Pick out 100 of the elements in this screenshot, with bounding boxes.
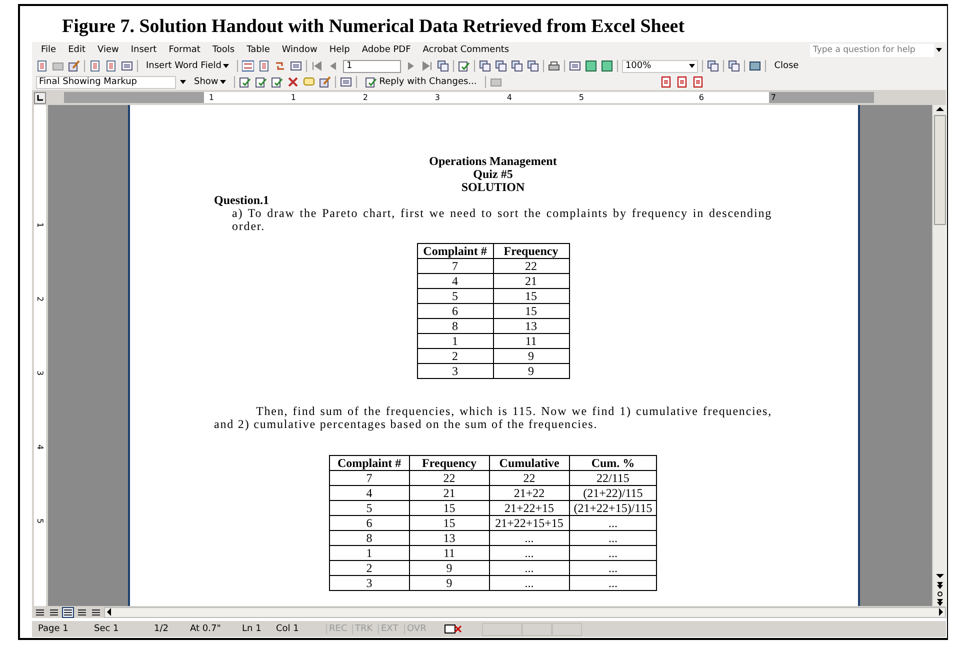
menu-item[interactable]: File — [36, 45, 62, 55]
caret-icon — [180, 80, 186, 84]
paragraph: Then, find sum of the frequencies, which is 115. Now we find 1) cumulative frequencies, and 2) cumulative percentages based on the sum of the frequencies. — [214, 405, 772, 431]
reject-icon[interactable] — [287, 76, 300, 88]
view-button[interactable] — [90, 606, 102, 618]
ruler-number: 4 — [35, 444, 46, 450]
table-cell: 4 — [417, 274, 493, 288]
table-cell: ... — [569, 516, 657, 530]
table-cell: 22 — [409, 470, 490, 486]
record-field[interactable]: 1 — [343, 60, 402, 72]
insert-word-field-button[interactable]: Insert Word Field — [142, 59, 234, 73]
last-record-icon[interactable] — [421, 60, 434, 72]
pdf-icon[interactable] — [692, 76, 704, 88]
scroll-left-icon[interactable] — [105, 608, 113, 616]
vertical-scrollbar[interactable] — [932, 105, 946, 606]
browse-controls-icon[interactable] — [936, 580, 944, 606]
menu-item[interactable]: Adobe PDF — [356, 45, 416, 55]
table-cell: 13 — [493, 318, 569, 334]
view-button[interactable] — [34, 606, 46, 618]
menu-item[interactable]: Format — [164, 45, 206, 55]
table-cell: 5 — [329, 500, 410, 516]
table-cell: 13 — [409, 530, 490, 546]
table-cell: (21+22)/115 — [569, 486, 657, 500]
menu-item[interactable]: Window — [276, 45, 322, 55]
close-button[interactable]: Close — [770, 59, 803, 73]
edit-icon[interactable] — [68, 60, 80, 72]
table-cell: 3 — [329, 576, 410, 590]
table-cell: 1 — [329, 546, 410, 560]
menu-item[interactable]: Edit — [63, 45, 90, 55]
page-icon[interactable] — [290, 60, 302, 72]
table-cell: 5 — [417, 288, 493, 304]
table-cell: 22 — [493, 258, 569, 274]
first-record-icon[interactable] — [311, 60, 324, 72]
column-header: Frequency — [493, 244, 569, 258]
column-header: Complaint # — [417, 244, 493, 258]
menu-item[interactable]: Table — [242, 45, 275, 55]
scroll-thumb[interactable] — [934, 115, 946, 225]
pdf-icon[interactable] — [660, 76, 672, 88]
table-cell: ... — [489, 576, 570, 590]
display-dropdown[interactable]: Final Showing Markup — [36, 76, 176, 88]
menu-item[interactable]: View — [92, 45, 124, 55]
document-icon[interactable] — [36, 60, 48, 72]
paragraph: a) To draw the Pareto chart, first we need to sort the complaints by frequency in descending order. — [231, 207, 772, 233]
status-field: Ln 1 — [242, 624, 276, 634]
table-cell: 21+22+15 — [489, 500, 570, 516]
pdf-icon[interactable] — [676, 76, 688, 88]
preview-icon[interactable] — [569, 60, 582, 72]
swap-icon[interactable] — [274, 60, 286, 72]
caret-icon — [223, 64, 230, 68]
reply-icon[interactable] — [365, 76, 378, 88]
help-search-field[interactable]: Type a question for help — [810, 44, 934, 56]
table-cell: 7 — [329, 470, 410, 486]
page-icon[interactable] — [258, 60, 270, 72]
page-icon[interactable] — [105, 60, 117, 72]
table-cell: ... — [569, 546, 657, 560]
form-icon[interactable] — [121, 60, 133, 72]
show-button[interactable]: Show — [190, 75, 230, 89]
table-cell: 11 — [493, 334, 569, 348]
table-cell: 9 — [409, 576, 490, 590]
menu-item[interactable]: Tools — [207, 45, 240, 55]
view-button[interactable] — [62, 606, 74, 618]
page-icon[interactable] — [89, 60, 101, 72]
menu-item[interactable]: Help — [324, 45, 355, 55]
comment-icon[interactable] — [303, 76, 316, 88]
menu-item[interactable]: Insert — [126, 45, 162, 55]
ruler-number: 3 — [434, 93, 440, 102]
ruler-number: 3 — [35, 370, 46, 376]
check-icon[interactable] — [458, 60, 470, 72]
scroll-right-icon[interactable] — [937, 608, 945, 616]
horizontal-scrollbar[interactable] — [104, 606, 946, 618]
view-button[interactable] — [76, 606, 88, 618]
scroll-down-icon[interactable] — [936, 572, 944, 580]
spelling-status-icon[interactable] — [444, 624, 462, 634]
question-heading: Question.1 — [214, 194, 270, 207]
status-indicator: TRK — [352, 624, 378, 634]
printer-icon[interactable] — [548, 60, 560, 72]
pane-icon[interactable] — [340, 76, 352, 88]
table-cell: 21+22 — [489, 486, 570, 500]
status-field: Sec 1 — [94, 624, 154, 634]
accept-icon[interactable] — [271, 76, 284, 88]
figure-caption: Figure 7. Solution Handout with Numerical Data Retrieved from Excel Sheet — [61, 15, 686, 39]
document-title: SOLUTION — [460, 181, 526, 194]
table-cell: 1 — [417, 334, 493, 348]
ruler-number: 6 — [698, 93, 704, 102]
table-cell: 9 — [493, 364, 569, 378]
highlight-icon[interactable] — [319, 76, 332, 88]
view-button[interactable] — [48, 606, 60, 618]
menu-item[interactable]: Acrobat Comments — [418, 45, 514, 55]
reply-with-changes-button[interactable]: Reply with Changes... — [361, 75, 481, 89]
table-cell: 8 — [329, 530, 410, 546]
table-cell: 11 — [409, 546, 490, 560]
table-cell: 15 — [493, 304, 569, 318]
zoom-dropdown[interactable]: 100% — [622, 60, 698, 72]
status-field: 1/2 — [154, 624, 190, 634]
column-header: Complaint # — [329, 456, 410, 470]
column-header: Cumulative — [489, 456, 570, 470]
table-cell: 2 — [329, 560, 410, 576]
column-header: Cum. % — [569, 456, 657, 470]
tab-selector[interactable] — [34, 92, 46, 104]
table-cell: 15 — [409, 516, 490, 530]
